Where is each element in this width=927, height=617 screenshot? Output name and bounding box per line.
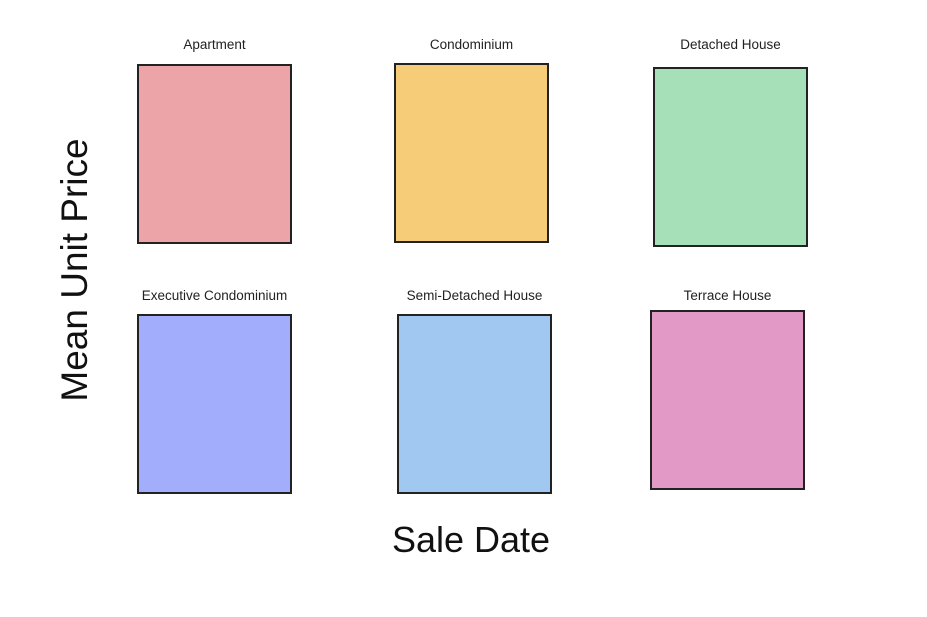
facet-panel-condominium (394, 63, 549, 243)
facet-panel-detached-house (653, 67, 808, 247)
facet-panel-semi-detached-house (397, 314, 552, 494)
x-axis-label: Sale Date (391, 519, 551, 560)
y-axis-label: Mean Unit Price (54, 138, 95, 402)
facet-title-semi-detached-house: Semi-Detached House (406, 288, 543, 303)
facet-title-apartment: Apartment (183, 37, 246, 52)
facet-panel-apartment (137, 64, 292, 244)
facet-title-condominium: Condominium (429, 37, 514, 52)
facet-title-detached-house: Detached House (680, 37, 781, 52)
facet-title-executive-condominium: Executive Condominium (141, 288, 288, 303)
facet-panel-executive-condominium (137, 314, 292, 494)
facet-panel-terrace-house (650, 310, 805, 490)
facet-title-terrace-house: Terrace House (683, 288, 772, 303)
